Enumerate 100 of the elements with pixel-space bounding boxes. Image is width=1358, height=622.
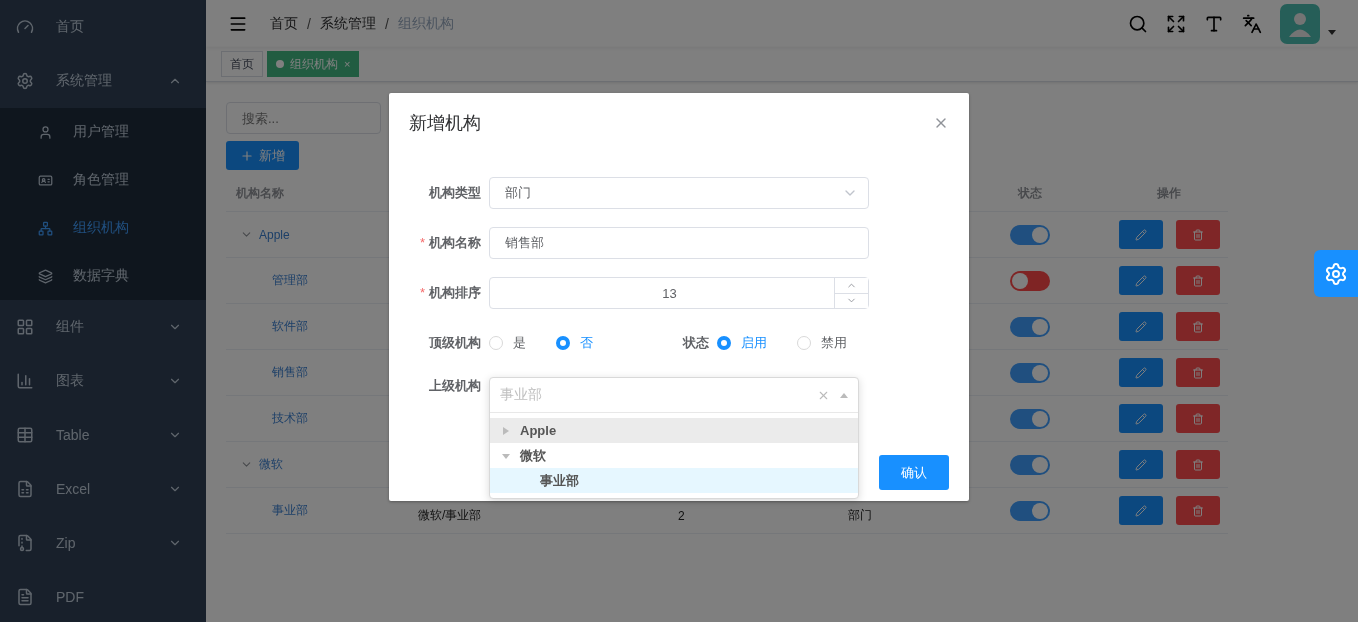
bar-chart-icon xyxy=(16,372,34,390)
hierarchy-icon xyxy=(38,220,53,236)
sidebar-item[interactable]: PDF xyxy=(0,570,206,622)
status-switch[interactable] xyxy=(1010,270,1050,291)
dot-icon xyxy=(276,60,284,68)
input-field[interactable]: 销售部 xyxy=(489,227,869,259)
pencil-icon xyxy=(1134,412,1147,425)
search-icon[interactable] xyxy=(1128,13,1148,34)
tag[interactable]: 组织机构 × xyxy=(267,51,360,77)
sidebar-item[interactable]: 首页 xyxy=(0,0,206,54)
table-cell: 软件部 xyxy=(272,318,308,335)
status-switch[interactable] xyxy=(1010,224,1050,245)
breadcrumb-link[interactable]: 系统管理 xyxy=(319,14,376,33)
table-cell: 技术部 xyxy=(272,410,308,427)
table-cell: Apple xyxy=(259,227,290,242)
sidebar-item[interactable]: Zip xyxy=(0,516,206,570)
pencil-icon xyxy=(1134,228,1147,241)
sidebar-item[interactable]: 组织机构 xyxy=(0,204,206,252)
sidebar-item[interactable]: 数据字典 xyxy=(0,252,206,300)
sidebar-item[interactable]: 角色管理 xyxy=(0,156,206,204)
radio-option[interactable]: 启用 xyxy=(717,334,767,352)
pencil-icon xyxy=(1134,458,1147,471)
field-label: 顶级机构 xyxy=(428,334,481,352)
sidebar-item[interactable]: 组件 xyxy=(0,300,206,354)
confirm-button[interactable]: 确认 xyxy=(879,455,949,490)
spreadsheet-icon xyxy=(16,480,34,498)
edit-button[interactable] xyxy=(1118,358,1163,387)
status-switch[interactable] xyxy=(1010,316,1050,337)
table-cell-text: 2 xyxy=(677,507,686,523)
search-field[interactable]: 搜索... xyxy=(226,102,381,134)
breadcrumb-link[interactable]: 首页 xyxy=(270,14,298,33)
edit-button[interactable] xyxy=(1118,496,1163,525)
table-cell: 销售部 xyxy=(272,364,308,381)
sidebar-item[interactable]: 系统管理 xyxy=(0,54,206,108)
tree-option[interactable]: 事业部 xyxy=(490,468,858,493)
trash-icon xyxy=(1191,412,1204,425)
delete-button[interactable] xyxy=(1175,358,1220,387)
number-field[interactable]: 13 xyxy=(489,277,869,309)
grid-icon xyxy=(16,318,34,336)
tag[interactable]: 首页 xyxy=(221,51,263,77)
add-button[interactable]: 新增 xyxy=(226,141,299,170)
status-switch[interactable] xyxy=(1010,362,1050,383)
delete-button[interactable] xyxy=(1175,220,1220,249)
edit-button[interactable] xyxy=(1118,220,1163,249)
field-label: * 机构名称 xyxy=(418,234,481,252)
table-cell: 事业部 xyxy=(272,502,308,519)
gauge-icon xyxy=(16,18,34,36)
settings-button[interactable] xyxy=(1314,250,1358,297)
trash-icon xyxy=(1191,228,1204,241)
radio-option[interactable]: 否 xyxy=(556,334,593,352)
radio-option[interactable]: 是 xyxy=(489,334,526,352)
sidebar-item[interactable]: Table xyxy=(0,408,206,462)
radio-option[interactable]: 禁用 xyxy=(797,334,847,352)
pencil-icon xyxy=(1134,274,1147,287)
id-card-icon xyxy=(38,172,53,188)
edit-button[interactable] xyxy=(1118,404,1163,433)
pencil-icon xyxy=(1134,366,1147,379)
document-icon xyxy=(16,588,34,606)
table-cell: 管理部 xyxy=(272,272,308,289)
delete-button[interactable] xyxy=(1175,312,1220,341)
fullscreen-icon[interactable] xyxy=(1166,13,1186,34)
field-label: 状态 xyxy=(683,334,709,352)
edit-button[interactable] xyxy=(1118,266,1163,295)
status-switch[interactable] xyxy=(1010,408,1050,429)
translate-icon[interactable] xyxy=(1242,13,1262,34)
table-cell: 微软 xyxy=(259,456,283,473)
edit-button[interactable] xyxy=(1118,312,1163,341)
tag-close[interactable]: × xyxy=(344,58,351,70)
archive-file-icon xyxy=(16,534,34,552)
breadcrumb-separator: / xyxy=(384,15,389,32)
delete-button[interactable] xyxy=(1175,496,1220,525)
select-field[interactable]: 部门 xyxy=(489,177,869,209)
trash-icon xyxy=(1191,320,1204,333)
tree-option[interactable]: Apple xyxy=(490,418,858,443)
plus-icon xyxy=(240,148,254,163)
edit-button[interactable] xyxy=(1118,450,1163,479)
avatar-icon[interactable] xyxy=(1280,3,1320,44)
caret-icon[interactable] xyxy=(1328,27,1336,36)
table-cell-text: 微软/事业部 xyxy=(417,507,483,524)
trash-icon xyxy=(1191,274,1204,287)
table-cell-text: 部门 xyxy=(847,507,873,524)
tree-select-field[interactable]: 事业部 xyxy=(490,378,858,413)
trash-icon xyxy=(1191,366,1204,379)
status-switch[interactable] xyxy=(1010,500,1050,521)
table-icon xyxy=(16,426,34,444)
status-switch[interactable] xyxy=(1010,454,1050,475)
delete-button[interactable] xyxy=(1175,450,1220,479)
breadcrumb-separator: / xyxy=(307,15,311,32)
trash-icon xyxy=(1191,458,1204,471)
delete-button[interactable] xyxy=(1175,266,1220,295)
trash-icon xyxy=(1191,504,1204,517)
sidebar-item[interactable]: 图表 xyxy=(0,354,206,408)
field-label: 上级机构 xyxy=(428,377,481,395)
sidebar-item[interactable]: 用户管理 xyxy=(0,108,206,156)
caret-icon xyxy=(840,391,848,399)
field-label: * 机构排序 xyxy=(418,284,481,302)
delete-button[interactable] xyxy=(1175,404,1220,433)
sidebar-item[interactable]: Excel xyxy=(0,462,206,516)
user-icon xyxy=(38,124,53,140)
tree-option[interactable]: 微软 xyxy=(490,443,858,468)
